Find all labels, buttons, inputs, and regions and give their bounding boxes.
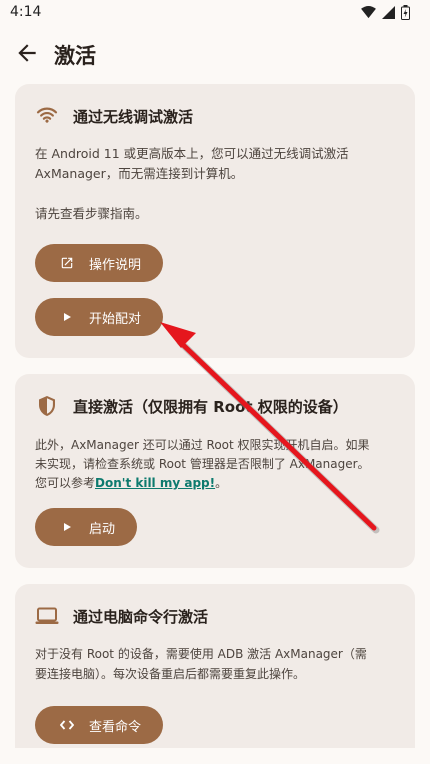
guide-button[interactable]: 操作说明: [35, 244, 164, 282]
guide-button-label: 操作说明: [89, 257, 142, 273]
card-wireless-title: 通过无线调试激活: [73, 107, 194, 126]
play-icon: [59, 309, 75, 325]
card-root-header: 直接激活（仅限拥有 Root 权限的设备）: [35, 394, 348, 418]
status-time: 4:14: [10, 4, 42, 20]
desc-line: 要连接电脑）。每次设备重启后都需要重复此操作。: [35, 667, 306, 681]
cellular-icon: [382, 6, 395, 19]
desc-line: 请先查看步骤指南。: [35, 206, 148, 221]
card-wireless-activation: 通过无线调试激活 在 Android 11 或更高版本上，您可以通过无线调试激活…: [15, 84, 415, 358]
play-icon: [59, 519, 75, 535]
card-wireless-header: 通过无线调试激活: [35, 104, 193, 128]
start-pairing-button[interactable]: 开始配对: [35, 298, 164, 336]
view-command-button-label: 查看命令: [89, 719, 142, 735]
desc-line: 对于没有 Root 的设备，需要使用 ADB 激活 AxManager（需: [35, 647, 367, 661]
card-adb-description: 对于没有 Root 的设备，需要使用 ADB 激活 AxManager（需 要连…: [35, 644, 397, 684]
app-bar: 激活: [0, 28, 430, 80]
dont-kill-my-app-link[interactable]: Don't kill my app!: [95, 476, 215, 490]
external-link-icon: [59, 255, 75, 271]
start-pairing-button-label: 开始配对: [89, 311, 142, 327]
back-button[interactable]: [14, 40, 40, 66]
back-arrow-icon: [18, 44, 36, 62]
view-command-button[interactable]: 查看命令: [35, 706, 164, 744]
page-title: 激活: [54, 44, 96, 68]
card-wireless-description: 在 Android 11 或更高版本上，您可以通过无线调试激活 AxManage…: [35, 144, 397, 224]
wifi-icon: [35, 104, 59, 128]
desc-line: 在 Android 11 或更高版本上，您可以通过无线调试激活: [35, 146, 349, 161]
desc-suffix: 。: [215, 476, 228, 490]
desc-prefix: 您可以参考: [35, 476, 96, 490]
wifi-status-icon: [361, 6, 376, 19]
desc-line: AxManager，而无需连接到计算机。: [35, 166, 244, 181]
start-root-button-label: 启动: [89, 521, 116, 537]
desc-line: 您可以参考Don't kill my app!。: [35, 474, 397, 493]
card-root-description: 此外，AxManager 还可以通过 Root 权限实现开机自启。如果 未实现，…: [35, 436, 397, 493]
start-root-button[interactable]: 启动: [35, 508, 138, 546]
card-adb-title: 通过电脑命令行激活: [73, 607, 209, 626]
shield-icon: [35, 394, 59, 418]
card-root-activation: 直接激活（仅限拥有 Root 权限的设备） 此外，AxManager 还可以通过…: [15, 374, 415, 568]
card-adb-header: 通过电脑命令行激活: [35, 604, 208, 628]
battery-icon: [401, 5, 410, 20]
status-bar: 4:14: [0, 0, 430, 26]
card-adb-activation: 通过电脑命令行激活 对于没有 Root 的设备，需要使用 ADB 激活 AxMa…: [15, 584, 415, 748]
card-root-title: 直接激活（仅限拥有 Root 权限的设备）: [73, 397, 348, 416]
laptop-icon: [35, 604, 59, 628]
desc-line: 未实现，请检查系统或 Root 管理器是否限制了 AxManager。: [35, 457, 370, 471]
desc-line: 此外，AxManager 还可以通过 Root 权限实现开机自启。如果: [35, 438, 370, 452]
code-icon: [59, 717, 75, 733]
